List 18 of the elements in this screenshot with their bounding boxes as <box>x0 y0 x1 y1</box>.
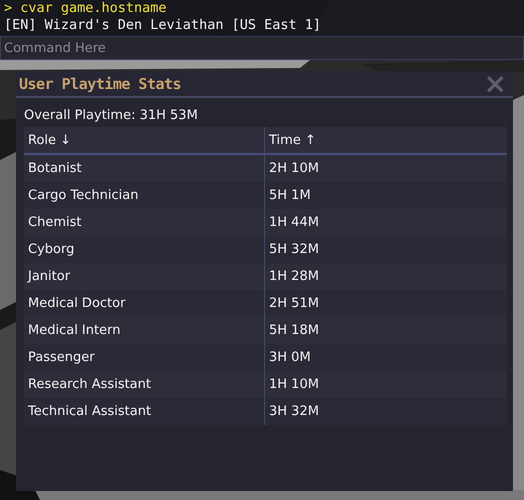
table-cell-text: 2H 10M <box>268 160 320 178</box>
table-cell-text: 3H 32M <box>268 403 320 421</box>
column-header[interactable]: Role ↓ <box>24 127 265 153</box>
console-line: [EN] Wizard's Den Leviathan [US East 1] <box>4 17 322 34</box>
column-header[interactable]: Time ↑ <box>265 127 507 153</box>
window-title: User Playtime Stats <box>19 74 182 92</box>
table-cell-text: 1H 10M <box>268 376 320 394</box>
table-cell-text: 1H 44M <box>268 214 320 232</box>
table-cell: Technical Assistant <box>24 398 265 425</box>
table-cell-text: 2H 51M <box>268 295 320 313</box>
table-cell-text: 1H 28M <box>268 268 320 286</box>
summary-text: Overall Playtime: 31H 53M <box>24 107 199 125</box>
table-cell-text: 5H 1M <box>268 187 312 205</box>
table-cell-text: 3H 0M <box>268 349 312 367</box>
console-line: > cvar game.hostname <box>4 0 168 17</box>
table-cell-text: 5H 32M <box>268 241 320 259</box>
table-cell-text: 5H 18M <box>268 322 320 340</box>
command-field[interactable]: Command Here <box>0 36 524 60</box>
